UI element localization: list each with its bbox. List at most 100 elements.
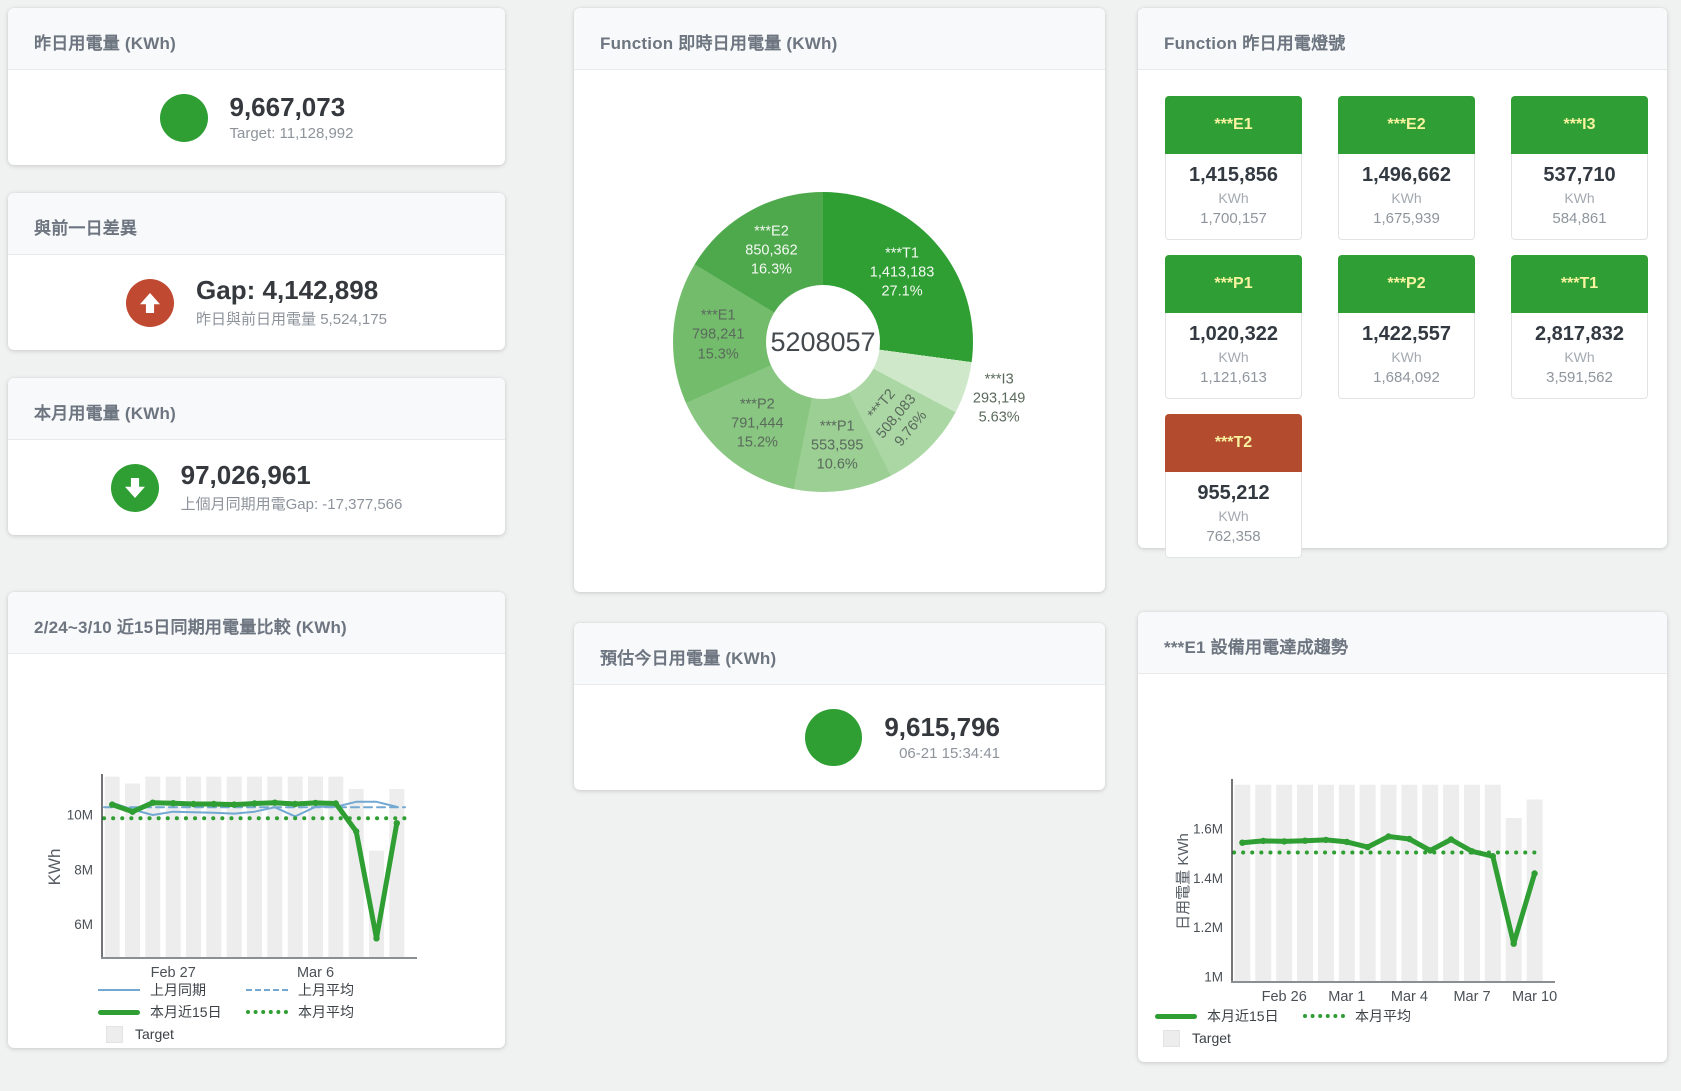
donut-center: 5208057 xyxy=(766,285,880,399)
legend-label: 本月平均 xyxy=(1355,1006,1411,1026)
arrow-up-icon xyxy=(126,279,174,327)
donut-total-value: 5208057 xyxy=(770,327,875,358)
card-day-gap: 與前一日差異 Gap: 4,142,898 昨日與前日用電量 5,524,175 xyxy=(8,193,505,350)
card-yesterday-lights: Function 昨日用電燈號 ***E1 1,415,856 KWh 1,70… xyxy=(1138,8,1667,548)
green-line-swatch xyxy=(98,1010,140,1015)
tile-value: 1,415,856 xyxy=(1166,162,1301,188)
legend-item-last-month[interactable]: 上月同期 xyxy=(98,980,246,1000)
stat-body: 9,667,073 Target: 11,128,992 xyxy=(8,70,505,165)
device-tile-p1: ***P1 1,020,322 KWh 1,121,613 xyxy=(1165,255,1302,399)
legend-label: Target xyxy=(1192,1030,1231,1046)
device-tile-header: ***E2 xyxy=(1338,96,1475,154)
legend-item-target[interactable]: Target xyxy=(98,1026,174,1043)
target-bar-swatch xyxy=(1163,1030,1180,1047)
svg-text:Feb 26: Feb 26 xyxy=(1262,989,1307,1005)
svg-text:Mar 10: Mar 10 xyxy=(1512,989,1557,1005)
svg-text:Mar 7: Mar 7 xyxy=(1453,989,1490,1005)
svg-text:8M: 8M xyxy=(74,862,93,877)
svg-text:日用電量 KWh: 日用電量 KWh xyxy=(1175,833,1192,930)
status-circle-icon xyxy=(805,709,862,766)
card-month-usage: 本月用電量 (KWh) 97,026,961 上個月同期用電Gap: -17,3… xyxy=(8,378,505,535)
device-tile-t2: ***T2 955,212 KWh 762,358 xyxy=(1165,414,1302,558)
legend-label: 上月平均 xyxy=(298,980,354,1000)
legend-item-last-month-avg[interactable]: 上月平均 xyxy=(246,980,354,1000)
stat-value: 9,615,796 xyxy=(884,713,1000,743)
card-realtime-usage-donut: Function 即時日用電量 (KWh) 5208057 ***T11,413… xyxy=(574,8,1105,592)
tile-value: 955,212 xyxy=(1166,480,1301,506)
card-title: 昨日用電量 (KWh) xyxy=(8,8,505,70)
tile-value: 1,496,662 xyxy=(1339,162,1474,188)
svg-text:Mar 4: Mar 4 xyxy=(1391,989,1428,1005)
compare-legend: 上月同期 上月平均 本月近15日 本月平均 Target xyxy=(98,982,354,1048)
target-bar-swatch xyxy=(106,1026,123,1043)
device-tile-header: ***T2 xyxy=(1165,414,1302,472)
device-tile-header: ***E1 xyxy=(1165,96,1302,154)
tile-value: 2,817,832 xyxy=(1512,321,1647,347)
device-tile-e1: ***E1 1,415,856 KWh 1,700,157 xyxy=(1165,96,1302,240)
trend-legend: 本月近15日 本月平均 Target xyxy=(1155,1008,1411,1052)
legend-item-this-month[interactable]: 本月近15日 xyxy=(98,1002,246,1022)
stat-text: Gap: 4,142,898 昨日與前日用電量 5,524,175 xyxy=(196,276,387,330)
svg-text:10M: 10M xyxy=(67,808,93,823)
card-title: 預估今日用電量 (KWh) xyxy=(574,623,1105,685)
svg-text:1.4M: 1.4M xyxy=(1193,871,1223,886)
tile-target: 584,861 xyxy=(1512,208,1647,229)
tile-value: 1,020,322 xyxy=(1166,321,1301,347)
svg-text:Mar 6: Mar 6 xyxy=(297,965,334,981)
legend-label: 本月近15日 xyxy=(150,1002,222,1022)
tile-target: 1,684,092 xyxy=(1339,367,1474,388)
svg-text:KWh: KWh xyxy=(45,849,64,886)
device-tile-header: ***I3 xyxy=(1511,96,1648,154)
card-title: Function 即時日用電量 (KWh) xyxy=(574,8,1105,70)
tile-target: 762,358 xyxy=(1166,526,1301,547)
legend-item-this-month-avg[interactable]: 本月平均 xyxy=(246,1002,354,1022)
green-dotted-swatch xyxy=(246,1010,288,1014)
stat-timestamp: 06-21 15:34:41 xyxy=(884,745,1000,762)
green-line-swatch xyxy=(1155,1014,1197,1019)
svg-text:1M: 1M xyxy=(1204,970,1223,985)
legend-label: 本月平均 xyxy=(298,1002,354,1022)
stat-text: 9,667,073 Target: 11,128,992 xyxy=(230,93,354,143)
card-title: Function 昨日用電燈號 xyxy=(1138,8,1667,70)
e1-trend-chart: 1M 1.2M 1.4M 1.6M Feb 26 Mar 1 Mar 4 Mar 7 Mar 1… xyxy=(1138,674,1667,1062)
tile-unit: KWh xyxy=(1339,347,1474,367)
legend-item-target[interactable]: Target xyxy=(1155,1030,1231,1047)
tile-value: 1,422,557 xyxy=(1339,321,1474,347)
card-yesterday-usage: 昨日用電量 (KWh) 9,667,073 Target: 11,128,992 xyxy=(8,8,505,165)
device-tile-t1: ***T1 2,817,832 KWh 3,591,562 xyxy=(1511,255,1648,399)
status-circle-icon xyxy=(160,94,208,142)
tile-unit: KWh xyxy=(1166,188,1301,208)
tile-target: 1,700,157 xyxy=(1166,208,1301,229)
device-tile-p2: ***P2 1,422,557 KWh 1,684,092 xyxy=(1338,255,1475,399)
stat-subtitle: Target: 11,128,992 xyxy=(230,125,354,142)
stat-subtitle: 昨日與前日用電量 5,524,175 xyxy=(196,308,387,329)
tile-unit: KWh xyxy=(1339,188,1474,208)
tile-target: 1,121,613 xyxy=(1166,367,1301,388)
stat-body: 97,026,961 上個月同期用電Gap: -17,377,566 xyxy=(8,440,505,535)
device-tile-header: ***T1 xyxy=(1511,255,1648,313)
card-title: 本月用電量 (KWh) xyxy=(8,378,505,440)
svg-text:Mar 1: Mar 1 xyxy=(1328,989,1365,1005)
stat-value: 9,667,073 xyxy=(230,93,354,123)
tile-unit: KWh xyxy=(1512,188,1647,208)
legend-item-this-month[interactable]: 本月近15日 xyxy=(1155,1006,1303,1026)
tile-unit: KWh xyxy=(1512,347,1647,367)
card-title: 2/24~3/10 近15日同期用電量比較 (KWh) xyxy=(8,592,505,654)
green-dotted-swatch xyxy=(1303,1014,1345,1018)
legend-label: Target xyxy=(135,1026,174,1042)
tile-target: 1,675,939 xyxy=(1339,208,1474,229)
card-15day-compare-chart: 2/24~3/10 近15日同期用電量比較 (KWh) 6M8M10MFeb 2… xyxy=(8,592,505,1048)
svg-text:1.2M: 1.2M xyxy=(1193,920,1223,935)
device-tile-header: ***P1 xyxy=(1165,255,1302,313)
stat-body: Gap: 4,142,898 昨日與前日用電量 5,524,175 xyxy=(8,255,505,350)
blue-line-swatch xyxy=(98,989,140,991)
stat-body: 9,615,796 06-21 15:34:41 xyxy=(574,685,1105,790)
device-tile-e2: ***E2 1,496,662 KWh 1,675,939 xyxy=(1338,96,1475,240)
legend-item-this-month-avg[interactable]: 本月平均 xyxy=(1303,1006,1411,1026)
stat-text: 97,026,961 上個月同期用電Gap: -17,377,566 xyxy=(181,461,403,515)
card-title: ***E1 設備用電達成趨勢 xyxy=(1138,612,1667,674)
device-tile-grid: ***E1 1,415,856 KWh 1,700,157 ***E2 1,49… xyxy=(1165,96,1648,558)
card-e1-trend-chart: ***E1 設備用電達成趨勢 1M 1.2M 1.4M 1.6M Feb 26 Mar 1… xyxy=(1138,612,1667,1062)
arrow-down-icon xyxy=(111,464,159,512)
svg-text:1.6M: 1.6M xyxy=(1193,822,1223,837)
